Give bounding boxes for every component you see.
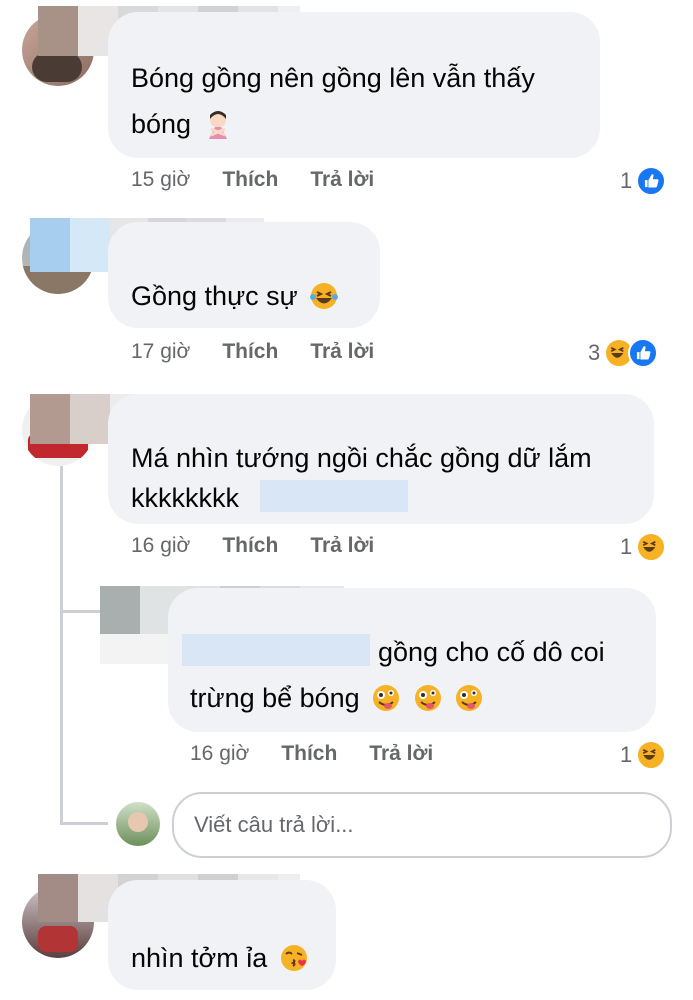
comment-time[interactable]: 16 giờ	[190, 742, 249, 766]
reply-link[interactable]: Trả lời	[369, 742, 433, 766]
reaction-summary[interactable]: 1	[620, 740, 667, 770]
like-link[interactable]: Thích	[222, 534, 278, 558]
thread-connector	[60, 610, 100, 613]
blurred-mention[interactable]	[182, 634, 370, 666]
reaction-summary[interactable]: 1	[620, 166, 667, 196]
like-link[interactable]: Thích	[222, 168, 278, 192]
comment-text: Má nhìn tướng ngồi chắc gồng dữ lắm	[131, 443, 592, 473]
zany-face-emoji	[414, 685, 441, 711]
kissing-heart-emoji	[280, 945, 307, 971]
haha-icon	[636, 740, 667, 770]
reply-input-placeholder: Viết câu trả lời...	[194, 812, 354, 837]
reaction-summary[interactable]: 3	[588, 338, 659, 368]
zany-face-emoji	[456, 685, 483, 711]
blurred-avatar-and-username	[100, 634, 178, 664]
comment-text: bóng	[131, 104, 233, 144]
comment-meta: 17 giờ Thích Trả lời	[131, 340, 374, 364]
laughing-tears-emoji	[310, 283, 339, 309]
reply-meta: 16 giờ Thích Trả lời	[190, 742, 433, 766]
reply-text: gồng cho cố dô coi	[378, 637, 605, 667]
thread-connector	[60, 822, 108, 825]
reply-link[interactable]: Trả lời	[310, 534, 374, 558]
reply-input[interactable]: Viết câu trả lời...	[172, 792, 672, 858]
haha-icon	[636, 532, 667, 562]
comment-time[interactable]: 16 giờ	[131, 534, 190, 558]
person-gesturing-no-emoji	[208, 111, 227, 139]
zany-face-emoji	[373, 685, 400, 711]
like-link[interactable]: Thích	[222, 340, 278, 364]
comment-time[interactable]: 15 giờ	[131, 168, 190, 192]
reply-link[interactable]: Trả lời	[310, 168, 374, 192]
reaction-count: 1	[620, 168, 633, 193]
comment-meta: 16 giờ Thích Trả lời	[131, 534, 374, 558]
like-link[interactable]: Thích	[281, 742, 337, 766]
comment-time[interactable]: 17 giờ	[131, 340, 190, 364]
like-icon	[628, 338, 659, 368]
comment-text: Bóng gồng nên gồng lên vẫn thấy	[131, 63, 535, 93]
reply-link[interactable]: Trả lời	[310, 340, 374, 364]
reaction-count: 1	[620, 742, 633, 767]
thread-connector	[60, 466, 63, 822]
comment-meta: 15 giờ Thích Trả lời	[131, 168, 374, 192]
comment-text: kkkkkkkk	[131, 483, 239, 513]
comment-text: nhìn tởm ỉa	[131, 938, 309, 978]
like-icon	[636, 166, 667, 196]
blurred-mention[interactable]	[260, 480, 408, 512]
reaction-count: 1	[620, 534, 633, 559]
current-user-avatar[interactable]	[116, 802, 160, 846]
reaction-count: 3	[588, 340, 601, 365]
reply-text: trừng bể bóng	[190, 678, 484, 718]
reaction-summary[interactable]: 1	[620, 532, 667, 562]
comment-text: Gồng thực sự	[131, 276, 339, 316]
